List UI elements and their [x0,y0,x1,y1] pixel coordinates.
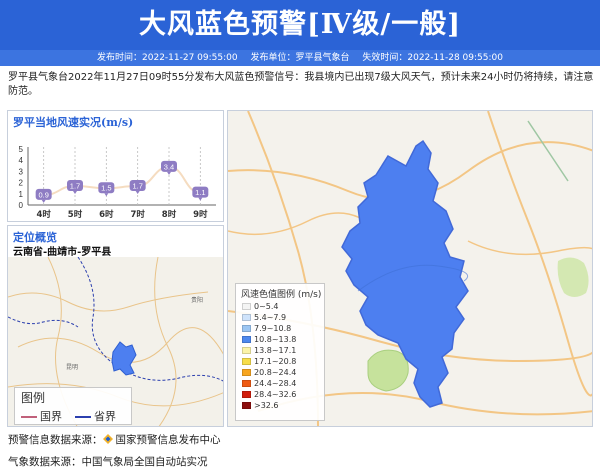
warning-description: 罗平县气象台2022年11月27日09时55分发布大风蓝色预警信号：我县境内已出… [8,72,594,97]
wind-panel-title: 罗平当地风速实况(m/s) [13,116,134,129]
speed-legend-item: 7.9~10.8 [236,323,324,334]
map-city-label: 贵阳 [191,296,203,304]
data-point-pointer [167,171,171,175]
warning-source-name: 国家预警信息发布中心 [115,434,221,446]
speed-legend-label: 7.9~10.8 [254,324,292,333]
location-overview-panel: 定位概览 云南省-曲靖市-罗平县 贵阳 昆明 图例 国界 省界 [7,225,224,427]
warning-source-label: 预警信息数据来源： [8,434,103,446]
speed-legend-item: 0~5.4 [236,301,324,312]
y-tick-label: 2 [19,179,24,188]
expire-time: 失效时间：2022-11-28 09:55:00 [362,53,503,63]
x-tick-label: 5时 [68,209,83,220]
speed-legend-swatch [242,380,251,387]
publish-time: 发布时间：2022-11-27 09:55:00 [97,53,238,63]
x-tick-label: 9时 [193,209,208,220]
speed-legend-item: 28.4~32.6 [236,389,324,400]
legend-label: 省界 [94,410,116,423]
data-point-pointer [104,193,109,197]
speed-legend-label: 13.8~17.1 [254,346,297,355]
y-tick-label: 3 [19,167,24,176]
data-label: 0.9 [38,190,48,199]
speed-legend-label: 20.8~24.4 [254,368,297,377]
x-tick-label: 6时 [99,209,114,220]
wind-speed-line [43,165,201,196]
wind-speed-color-legend: 风速色值图例 (m/s) 0~5.4 5.4~7.9 7.9~10.8 10.8~13… [235,283,325,421]
legend-label: 国界 [40,410,62,423]
speed-legend-label: 24.4~28.4 [254,379,297,388]
speed-legend-title: 风速色值图例 (m/s) [241,290,322,300]
warning-info-bar: 发布时间：2022-11-27 09:55:00 发布单位：罗平县气象台 失效时… [0,50,600,66]
speed-legend-swatch [242,325,251,332]
speed-legend-swatch [242,358,251,365]
weather-data-source: 气象数据来源：中国气象局全国自动站实况 [8,456,208,468]
data-point-pointer [41,199,46,203]
data-label: 1.1 [195,188,205,197]
y-tick-label: 4 [19,156,24,165]
y-tick-label: 1 [19,190,24,199]
warning-area-map-panel: 风速色值图例 (m/s) 0~5.4 5.4~7.9 7.9~10.8 10.8~13… [227,110,593,427]
speed-legend-swatch [242,336,251,343]
warning-center-logo-icon [102,434,113,444]
legend-item-national-border: 国界 [21,408,62,424]
speed-legend-label: 28.4~32.6 [254,390,297,399]
data-label: 3.4 [164,162,174,171]
data-point-pointer [135,190,140,194]
speed-legend-item: 20.8~24.4 [236,367,324,378]
speed-legend-item: 10.8~13.8 [236,334,324,345]
data-label: 1.7 [70,181,80,190]
x-tick-label: 8时 [162,209,177,220]
speed-legend-label: 17.1~20.8 [254,357,297,366]
y-tick-label: 0 [19,201,24,210]
speed-legend-item: 24.4~28.4 [236,378,324,389]
location-region: 云南省-曲靖市-罗平县 [13,247,112,258]
y-tick-label: 5 [19,145,24,154]
speed-legend-swatch [242,303,251,310]
data-point-pointer [73,190,77,194]
data-label: 1.5 [101,184,111,193]
speed-legend-label: 10.8~13.8 [254,335,297,344]
speed-legend-swatch [242,391,251,398]
data-point-pointer [198,197,203,201]
warning-title: 大风蓝色预警[Ⅳ级/一般] [0,0,600,50]
publisher: 发布单位：罗平县气象台 [250,53,350,63]
speed-legend-item: 5.4~7.9 [236,312,324,323]
warning-data-source: 预警信息数据来源： 国家预警信息发布中心 [8,432,221,447]
speed-legend-swatch [242,369,251,376]
speed-legend-item: 13.8~17.1 [236,345,324,356]
data-label: 1.7 [132,181,142,190]
speed-legend-swatch [242,402,251,409]
legend-title: 图例 [21,391,46,405]
map-city-label: 昆明 [66,364,78,371]
wind-speed-panel: 0 1 2 3 4 5 4时 5时 6时 7时 8时 9时 0.9 1.7 1.5 1.7 3.4 1.1 罗平当… [7,110,224,222]
speed-legend-swatch [242,314,251,321]
speed-legend-label: 0~5.4 [254,302,279,311]
speed-legend-swatch [242,347,251,354]
legend-item-province-border: 省界 [75,408,116,424]
x-tick-label: 4时 [36,209,51,220]
location-legend: 图例 国界 省界 [14,387,132,425]
speed-legend-label: >32.6 [254,401,279,410]
speed-legend-item: >32.6 [236,400,324,411]
x-tick-label: 7时 [130,209,145,220]
speed-legend-label: 5.4~7.9 [254,313,287,322]
national-border-swatch [21,416,37,418]
speed-legend-item: 17.1~20.8 [236,356,324,367]
province-border-swatch [75,416,91,418]
